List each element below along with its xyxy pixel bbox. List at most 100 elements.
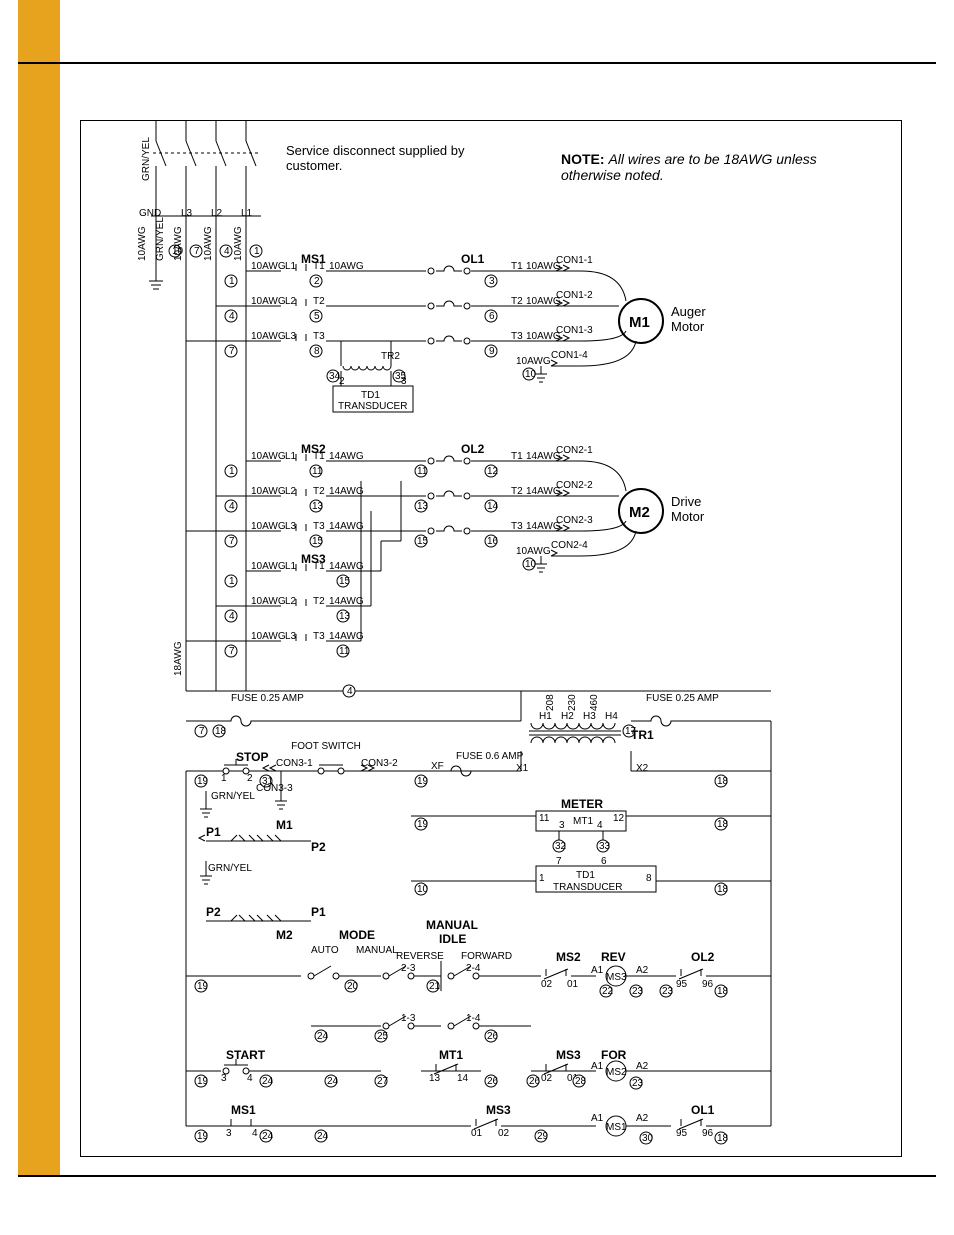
svg-text:10AWG: 10AWG [251,451,286,462]
svg-text:14: 14 [457,1073,469,1084]
svg-text:18AWG: 18AWG [173,641,184,676]
svg-text:4: 4 [229,501,235,512]
svg-text:19: 19 [417,776,429,787]
svg-text:1: 1 [229,276,235,287]
meter-block: 19 18 METER 1112 3MT14 32 33 76 18 TD1 T… [411,797,771,895]
svg-text:10AWG: 10AWG [251,331,286,342]
svg-text:14AWG: 14AWG [329,486,364,497]
svg-text:M2: M2 [276,928,293,942]
svg-text:24: 24 [317,1131,329,1142]
svg-text:10AWG: 10AWG [173,226,184,261]
svg-text:15: 15 [312,536,324,547]
svg-text:01: 01 [471,1128,483,1139]
svg-text:21: 21 [429,981,441,992]
svg-text:3: 3 [226,1128,232,1139]
svg-text:4: 4 [224,246,230,257]
svg-text:16: 16 [487,536,499,547]
svg-text:MS1: MS1 [231,1103,256,1117]
svg-text:X2: X2 [636,763,649,774]
svg-text:11: 11 [312,466,323,477]
svg-text:3: 3 [559,820,565,831]
svg-text:11: 11 [539,813,550,824]
tenawg-g: 10AWG [137,226,148,261]
svg-text:3: 3 [221,1073,227,1084]
svg-text:5: 5 [314,311,320,322]
svg-text:19: 19 [197,981,209,992]
mode-row: MODE AUTO MANUAL MANUAL IDLE REVERSE FOR… [186,918,771,997]
svg-text:26: 26 [487,1076,499,1087]
schematic-svg: GND L3 L2 L1 GRN/YEL 10AWG GRN/YEL 10 [81,121,901,1156]
svg-text:28: 28 [575,1076,587,1087]
svg-text:29: 29 [537,1131,549,1142]
svg-text:START: START [226,1048,266,1062]
svg-text:11: 11 [417,466,428,477]
svg-text:L1: L1 [285,561,297,572]
svg-text:13: 13 [312,501,324,512]
svg-text:26: 26 [529,1076,541,1087]
svg-text:REV: REV [601,950,626,964]
svg-text:1: 1 [254,246,260,257]
svg-text:A2: A2 [636,1061,649,1072]
l1-label: L1 [241,208,253,219]
svg-text:13: 13 [429,1073,441,1084]
svg-text:CON3-3: CON3-3 [256,783,293,794]
svg-text:Motor: Motor [671,509,705,524]
svg-text:4: 4 [229,611,235,622]
svg-text:18: 18 [717,884,729,895]
svg-text:FOR: FOR [601,1048,627,1062]
svg-text:10AWG: 10AWG [516,356,551,367]
svg-text:T3: T3 [313,331,325,342]
svg-text:10AWG: 10AWG [329,261,364,272]
svg-text:96: 96 [702,1128,714,1139]
svg-text:6: 6 [489,311,495,322]
svg-text:CON1-4: CON1-4 [551,350,588,361]
svg-text:MS2: MS2 [556,950,581,964]
svg-text:3: 3 [489,276,495,287]
svg-text:T2: T2 [313,296,325,307]
svg-text:22: 22 [602,986,614,997]
svg-text:10AWG: 10AWG [251,596,286,607]
svg-text:12: 12 [487,466,499,477]
svg-text:MS3: MS3 [486,1103,511,1117]
disconnect-block: GND L3 L2 L1 GRN/YEL [139,121,261,226]
svg-text:T2: T2 [313,486,325,497]
svg-text:TR1: TR1 [631,728,654,742]
svg-text:8: 8 [314,346,320,357]
svg-text:18: 18 [215,726,227,737]
svg-text:METER: METER [561,797,603,811]
svg-text:CON1-2: CON1-2 [556,290,593,301]
svg-text:7: 7 [229,346,235,357]
svg-text:2: 2 [339,376,345,387]
svg-text:2: 2 [247,773,253,784]
svg-text:T2: T2 [511,296,523,307]
svg-text:10AWG: 10AWG [251,261,286,272]
svg-text:02: 02 [498,1128,510,1139]
svg-text:23: 23 [662,986,674,997]
svg-text:10AWG: 10AWG [251,521,286,532]
svg-text:OL1: OL1 [461,252,485,266]
svg-text:MT1: MT1 [573,816,593,827]
svg-text:1-4: 1-4 [466,1013,481,1024]
accent-bar [18,0,60,1176]
svg-text:24: 24 [262,1076,274,1087]
svg-text:H2: H2 [561,711,574,722]
svg-text:L1: L1 [285,261,297,272]
svg-text:19: 19 [417,819,429,830]
svg-text:02: 02 [541,1073,553,1084]
svg-text:A2: A2 [636,1113,649,1124]
svg-text:10AWG: 10AWG [251,486,286,497]
svg-text:CON1-1: CON1-1 [556,255,593,266]
svg-text:T2: T2 [313,596,325,607]
svg-text:AUTO: AUTO [311,945,339,956]
svg-text:23: 23 [632,1078,644,1089]
svg-text:TRANSDUCER: TRANSDUCER [338,401,407,412]
svg-text:MS3: MS3 [556,1048,581,1062]
tr2-td1: TR2 34 35 23 TD1 TRANSDUCER [327,341,413,412]
svg-text:208: 208 [545,694,556,711]
svg-text:1-3: 1-3 [401,1013,416,1024]
svg-text:XF: XF [431,761,444,772]
svg-text:18: 18 [717,986,729,997]
svg-text:7: 7 [229,536,235,547]
svg-text:OL2: OL2 [461,442,485,456]
svg-text:32: 32 [555,841,567,852]
